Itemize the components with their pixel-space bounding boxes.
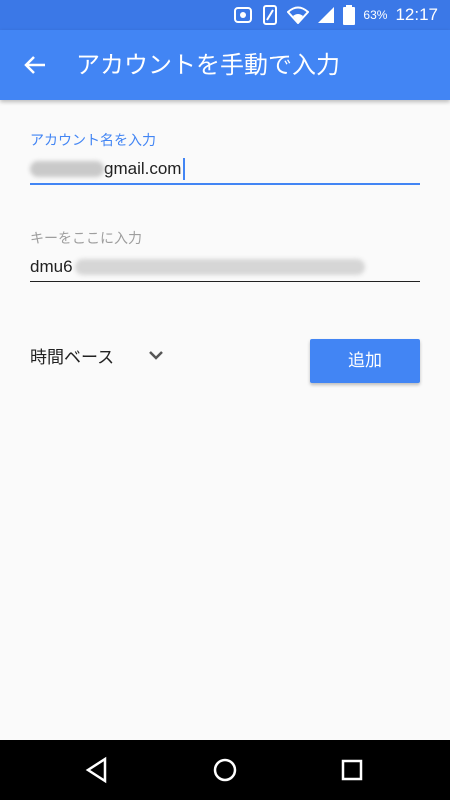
status-icons: 63% 12:17 xyxy=(233,0,438,30)
text-cursor xyxy=(183,158,186,180)
notification-icon xyxy=(234,7,253,23)
app-bar: アカウントを手動で入力 xyxy=(0,30,450,100)
key-value: dmu6 xyxy=(30,257,73,276)
circle-home-icon xyxy=(213,758,237,782)
account-name-value: gmail.com xyxy=(104,159,182,178)
clock: 12:17 xyxy=(395,5,438,24)
key-label: キーをここに入力 xyxy=(30,231,142,247)
vibrate-icon xyxy=(263,5,278,25)
back-button[interactable] xyxy=(18,48,52,82)
account-name-label: アカウント名を入力 xyxy=(30,133,156,149)
arrow-back-icon xyxy=(24,56,45,74)
battery-icon xyxy=(343,5,356,25)
nav-home-button[interactable] xyxy=(210,755,240,785)
redacted-text xyxy=(74,259,365,275)
redacted-text xyxy=(30,161,104,177)
key-input[interactable]: dmu6 xyxy=(30,257,365,277)
page-title: アカウントを手動で入力 xyxy=(76,51,340,79)
add-button[interactable]: 追加 xyxy=(310,339,420,383)
square-recents-icon xyxy=(341,759,363,781)
key-underline xyxy=(30,281,420,282)
signal-icon xyxy=(318,7,335,23)
account-name-underline xyxy=(30,183,420,185)
status-bar: 63% 12:17 xyxy=(0,0,450,30)
nav-back-button[interactable] xyxy=(83,755,113,785)
type-select[interactable]: 時間ベース xyxy=(30,343,114,368)
account-name-input[interactable]: gmail.com xyxy=(30,158,186,180)
navigation-bar xyxy=(0,740,450,800)
battery-percent: 63% xyxy=(363,8,388,22)
chevron-down-icon[interactable] xyxy=(146,345,166,365)
wifi-icon xyxy=(287,6,310,24)
triangle-back-icon xyxy=(85,756,107,784)
nav-recents-button[interactable] xyxy=(337,755,367,785)
